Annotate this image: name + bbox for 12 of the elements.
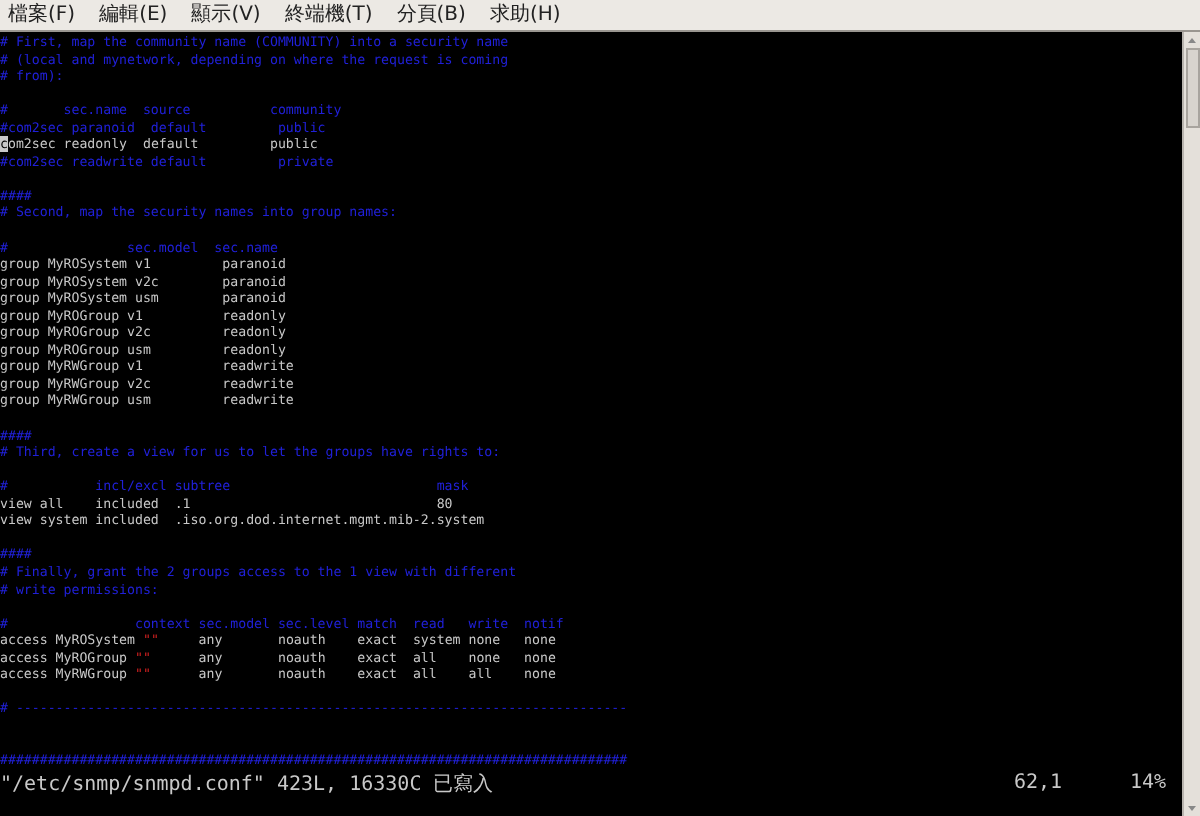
menu-item[interactable]: 檔案(F) (8, 2, 76, 28)
scroll-down-icon[interactable] (1184, 800, 1200, 816)
status-message: "/etc/snmp/snmpd.conf" 423L, 16330C 已寫入 (0, 771, 496, 798)
scroll-percent: 14% (1130, 772, 1169, 795)
menu-item[interactable]: 顯示(V) (191, 2, 261, 28)
scrollbar[interactable] (1182, 32, 1200, 816)
cursor-position: 62,1 (1014, 772, 1065, 795)
menu-item[interactable]: 求助(H) (489, 2, 561, 28)
menu-item[interactable]: 編輯(E) (99, 2, 168, 28)
menu-item[interactable]: 分頁(B) (396, 2, 466, 28)
menu-item[interactable]: 終端機(T) (284, 2, 373, 28)
scrollbar-thumb[interactable] (1185, 48, 1199, 128)
